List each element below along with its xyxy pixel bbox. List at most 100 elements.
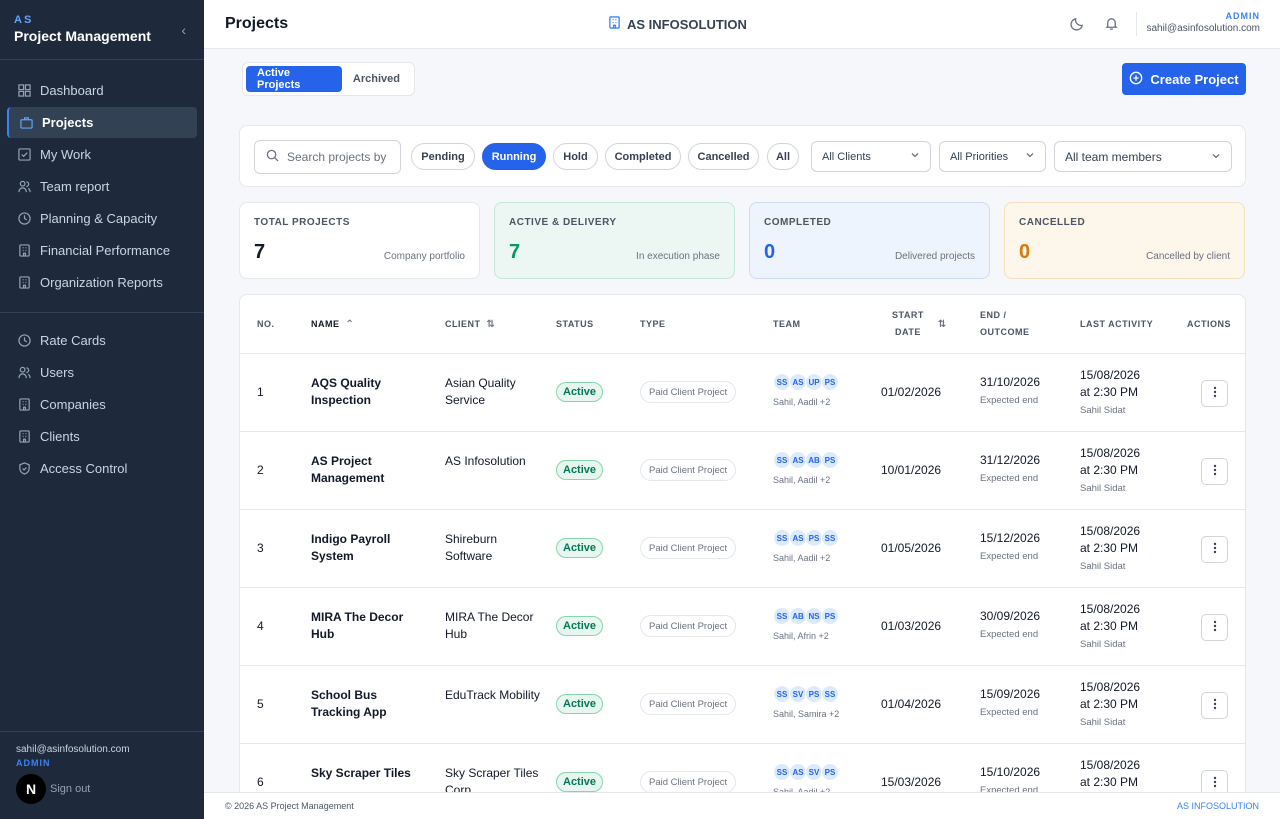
create-project-button[interactable]: Create Project	[1122, 63, 1246, 95]
search-icon	[266, 149, 279, 165]
sidebar-item-projects[interactable]: Projects	[7, 107, 197, 138]
status-filter-running[interactable]: Running	[482, 143, 546, 170]
check-square-icon	[17, 148, 31, 162]
create-project-label: Create Project	[1150, 71, 1239, 87]
table-row[interactable]: 1 AQS Quality Inspection Asian Quality Ser…	[240, 354, 1245, 432]
sidebar-item-rate-cards[interactable]: Rate Cards	[7, 325, 197, 356]
avatar[interactable]: N	[16, 774, 46, 804]
table-row[interactable]: 2 AS Project Management AS Infosolution Act…	[240, 432, 1245, 510]
team-avatar: PS	[821, 373, 839, 391]
chevron-down-icon	[910, 150, 920, 163]
col-name[interactable]: NAME ⌃	[311, 295, 354, 353]
row-actions-button[interactable]	[1201, 692, 1228, 719]
project-name[interactable]: School Bus Tracking App	[311, 687, 421, 721]
last-activity-cell: 15/08/2026 at 2:30 PM Sahil Sidat	[1080, 367, 1140, 419]
status-badge: Active	[556, 694, 604, 714]
status-filter-completed[interactable]: Completed	[605, 143, 681, 170]
row-actions-button[interactable]	[1201, 770, 1228, 792]
activity-user: Sahil Sidat	[1080, 561, 1126, 572]
sign-out-button[interactable]: N Sign out	[16, 774, 188, 804]
col-name-label: NAME	[311, 318, 340, 329]
col-status: STATUS	[556, 318, 594, 329]
member-filter-select[interactable]: All team members	[1054, 141, 1232, 172]
sidebar-item-org-reports[interactable]: Organization Reports	[7, 267, 197, 298]
col-end-label-2: OUTCOME	[980, 327, 1030, 337]
project-name[interactable]: AS Project Management	[311, 453, 421, 487]
sidebar-item-label: Projects	[42, 115, 94, 130]
start-date: 01/04/2026	[881, 697, 942, 711]
last-activity-cell: 15/08/2026 at 2:30 PM Sahil Sidat	[1080, 523, 1140, 575]
row-actions-button[interactable]	[1201, 614, 1228, 641]
client-name: MIRA The Decor Hub	[445, 610, 534, 641]
sidebar-item-clients[interactable]: Clients	[7, 421, 197, 452]
status-badge: Active	[556, 460, 604, 480]
search-input[interactable]: Search projects by	[254, 140, 401, 174]
row-actions-button[interactable]	[1201, 536, 1228, 563]
col-start-label-1: START	[892, 310, 924, 320]
stat-sub: Company portfolio	[383, 251, 465, 262]
table-row[interactable]: 3 Indigo Payroll System Shireburn Software…	[240, 510, 1245, 588]
footer-copyright: © 2026 AS Project Management	[225, 801, 354, 811]
header-user[interactable]: ADMIN sahil@asinfosolution.com	[1146, 11, 1260, 34]
team-avatars: SS AS PS SS	[773, 529, 839, 547]
col-client[interactable]: CLIENT ⇅	[445, 295, 495, 353]
chevron-down-icon	[1211, 150, 1221, 164]
stat-card-completed: COMPLETED 0 Delivered projects	[749, 202, 990, 279]
sidebar-item-planning[interactable]: Planning & Capacity	[7, 203, 197, 234]
type-badge: Paid Client Project	[640, 771, 737, 792]
sidebar-item-my-work[interactable]: My Work	[7, 139, 197, 170]
end-outcome: Expected end	[980, 629, 1039, 640]
row-number: 3	[257, 541, 264, 555]
client-filter-select[interactable]: All Clients	[811, 141, 931, 172]
type-badge: Paid Client Project	[640, 459, 737, 481]
end-outcome: Expected end	[980, 473, 1039, 484]
org-name: AS INFOSOLUTION	[608, 16, 747, 32]
header-user-role: ADMIN	[1225, 11, 1260, 21]
sidebar-item-team-report[interactable]: Team report	[7, 171, 197, 202]
sidebar-item-label: Team report	[40, 179, 110, 194]
status-filter-hold[interactable]: Hold	[553, 143, 598, 170]
page-title: Projects	[225, 15, 289, 32]
tab-archived[interactable]: Archived	[342, 66, 411, 92]
project-name[interactable]: Indigo Payroll System	[311, 531, 421, 565]
sidebar-item-financial[interactable]: Financial Performance	[7, 235, 197, 266]
bell-icon[interactable]	[1104, 16, 1119, 36]
team-avatars: SS SV PS SS	[773, 685, 839, 703]
row-actions-button[interactable]	[1201, 380, 1228, 407]
status-filter-cancelled[interactable]: Cancelled	[688, 143, 759, 170]
priority-filter-select[interactable]: All Priorities	[939, 141, 1046, 172]
team-cell: SS AS UP PS Sahil, Aadil +2	[773, 373, 839, 407]
clock-icon	[17, 334, 31, 348]
sidebar-item-dashboard[interactable]: Dashboard	[7, 75, 197, 106]
sidebar-item-companies[interactable]: Companies	[7, 389, 197, 420]
tab-active-projects[interactable]: Active Projects	[246, 66, 342, 92]
table-row[interactable]: 6 Sky Scraper Tiles Sky Scraper Tiles Corp…	[240, 744, 1245, 792]
project-name[interactable]: MIRA The Decor Hub	[311, 609, 421, 643]
end-date: 31/10/2026	[980, 375, 1041, 389]
stat-label: ACTIVE & DELIVERY	[509, 217, 617, 228]
sidebar-item-label: Users	[40, 365, 74, 380]
member-filter-value: All team members	[1065, 149, 1162, 164]
chevron-down-icon	[1025, 150, 1035, 163]
sidebar-item-users[interactable]: Users	[7, 357, 197, 388]
row-number: 6	[257, 775, 264, 789]
team-cell: SS AS PS SS Sahil, Aadil +2	[773, 529, 839, 563]
table-row[interactable]: 4 MIRA The Decor Hub MIRA The Decor Hub Act…	[240, 588, 1245, 666]
table-row[interactable]: 5 School Bus Tracking App EduTrack Mobilit…	[240, 666, 1245, 744]
status-filter-pending[interactable]: Pending	[411, 143, 475, 170]
sidebar-item-access-control[interactable]: Access Control	[7, 453, 197, 484]
moon-icon[interactable]	[1070, 16, 1085, 36]
collapse-sidebar-icon[interactable]: ‹	[181, 22, 186, 38]
project-name[interactable]: AQS Quality Inspection	[311, 375, 421, 409]
col-start-date[interactable]: START DATE ⇅	[892, 295, 947, 353]
status-filter-all[interactable]: All	[767, 143, 799, 170]
stat-value: 7	[254, 241, 266, 263]
end-cell: 15/12/2026 Expected end	[980, 531, 1040, 562]
row-actions-button[interactable]	[1201, 458, 1228, 485]
col-client-label: CLIENT	[445, 318, 481, 329]
project-name[interactable]: Sky Scraper Tiles	[311, 765, 421, 782]
col-start-label-2: DATE	[895, 327, 921, 337]
footer-brand[interactable]: AS INFOSOLUTION	[1177, 801, 1259, 811]
start-date: 01/03/2026	[881, 619, 942, 633]
last-activity-cell: 15/08/2026 at 2:30 PM Sahil Sidat	[1080, 445, 1140, 497]
